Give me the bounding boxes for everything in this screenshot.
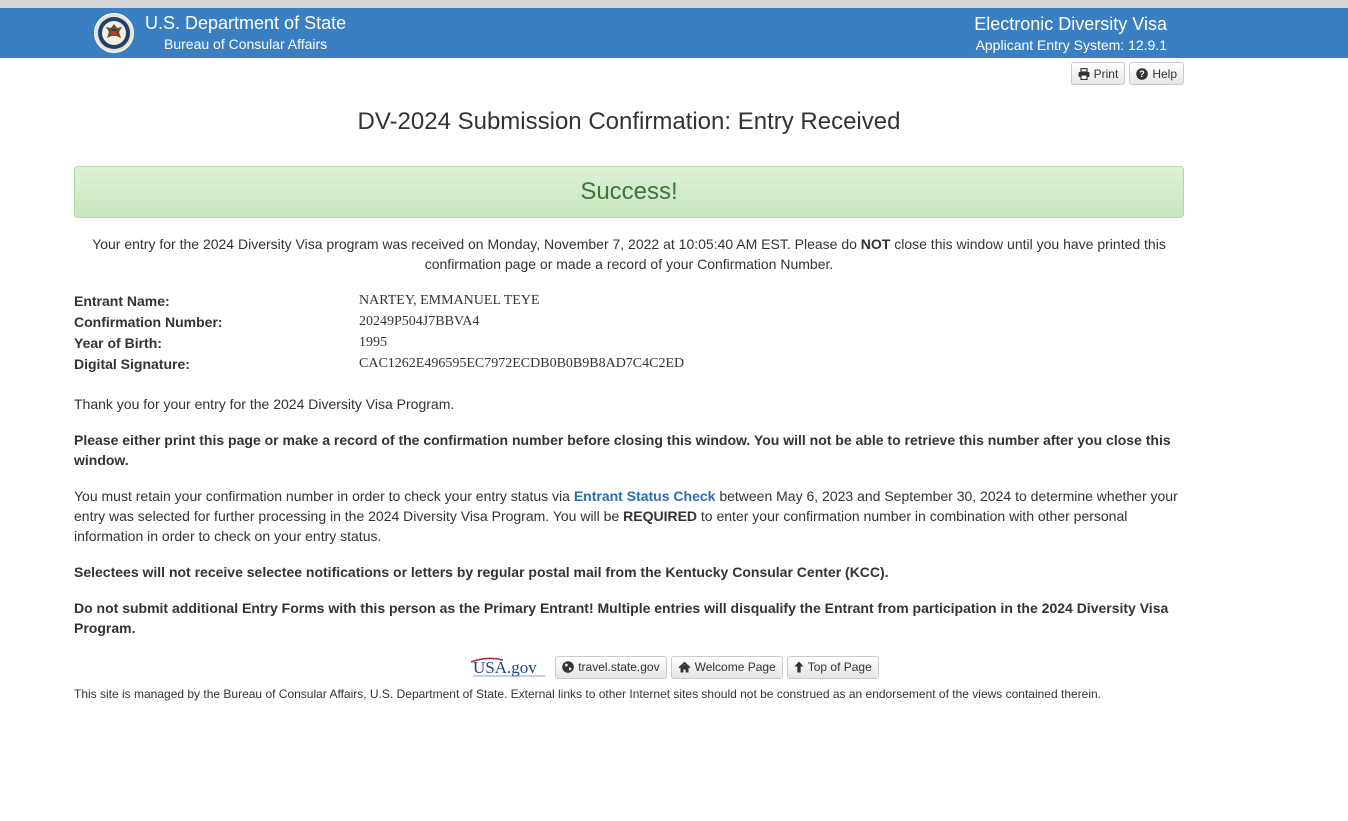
site-disclaimer: This site is managed by the Bureau of Co… — [74, 687, 1102, 701]
welcome-page-button[interactable]: Welcome Page — [670, 655, 783, 679]
confirmation-number-value: 20249P504J7BBVA4 — [359, 313, 480, 329]
footer-links: USA.gov travel.state.gov Welcome Page To… — [0, 654, 1348, 680]
detail-row-year-of-birth: Year of Birth: 1995 — [74, 332, 1184, 353]
print-button[interactable]: Print — [1070, 62, 1126, 85]
arrow-up-icon — [794, 661, 804, 673]
retain-emphasis: REQUIRED — [623, 508, 698, 524]
detail-row-digital-signature: Digital Signature: CAC1262E496595EC7972E… — [74, 353, 1184, 374]
system-title: Electronic Diversity Visa — [974, 14, 1167, 34]
entry-details: Entrant Name: NARTEY, EMMANUEL TEYE Conf… — [74, 290, 1184, 374]
home-icon — [678, 661, 691, 673]
usa-gov-logo-text: USA.gov — [473, 658, 537, 677]
detail-label: Year of Birth: — [74, 334, 162, 351]
retain-confirmation-message: You must retain your confirmation number… — [74, 486, 1184, 546]
travel-state-gov-button[interactable]: travel.state.gov — [555, 655, 667, 679]
department-branding: U.S. Department of State Bureau of Consu… — [145, 13, 346, 53]
print-icon — [1078, 67, 1090, 80]
detail-row-entrant-name: Entrant Name: NARTEY, EMMANUEL TEYE — [74, 290, 1184, 311]
system-version: Applicant Entry System: 12.9.1 — [975, 37, 1167, 53]
no-postal-mail-message: Selectees will not receive selectee noti… — [74, 564, 889, 580]
digital-signature-value: CAC1262E496595EC7972ECDB0B0B9B8AD7C4C2ED — [359, 355, 685, 371]
receipt-notice-emphasis: NOT — [860, 236, 891, 252]
question-circle-icon: ? — [1136, 67, 1149, 80]
bureau-subtitle: Bureau of Consular Affairs — [164, 36, 328, 52]
top-of-page-button[interactable]: Top of Page — [786, 655, 879, 679]
success-alert: Success! — [74, 166, 1184, 218]
detail-label: Digital Signature: — [74, 355, 190, 372]
multiple-entries-warning: Do not submit additional Entry Forms wit… — [74, 600, 1169, 636]
page-toolbar: Print ? Help — [1070, 62, 1184, 85]
receipt-notice: Your entry for the 2024 Diversity Visa p… — [74, 234, 1184, 274]
welcome-page-label: Welcome Page — [694, 660, 776, 674]
success-alert-text: Success! — [580, 178, 678, 205]
travel-state-gov-label: travel.state.gov — [578, 660, 660, 674]
svg-text:?: ? — [1140, 69, 1146, 79]
receipt-notice-text-1: Your entry for the 2024 Diversity Visa p… — [92, 236, 861, 252]
help-button[interactable]: ? Help — [1129, 62, 1184, 85]
globe-icon — [562, 661, 575, 673]
page-title: DV-2024 Submission Confirmation: Entry R… — [357, 108, 901, 135]
retain-text-1: You must retain your confirmation number… — [74, 488, 574, 504]
entrant-status-check-link[interactable]: Entrant Status Check — [574, 488, 716, 504]
entrant-name-value: NARTEY, EMMANUEL TEYE — [359, 292, 540, 308]
print-button-label: Print — [1093, 66, 1119, 81]
thank-you-message: Thank you for your entry for the 2024 Di… — [74, 396, 455, 412]
year-of-birth-value: 1995 — [359, 334, 387, 350]
print-warning-message: Please either print this page or make a … — [74, 432, 1171, 468]
help-button-label: Help — [1152, 66, 1177, 81]
system-branding: Electronic Diversity Visa Applicant Entr… — [974, 14, 1167, 54]
top-of-page-label: Top of Page — [807, 660, 872, 674]
browser-top-border — [0, 0, 1348, 8]
detail-label: Entrant Name: — [74, 292, 170, 309]
usa-gov-logo[interactable]: USA.gov — [469, 654, 549, 680]
site-header: U.S. Department of State Bureau of Consu… — [0, 8, 1348, 58]
detail-row-confirmation-number: Confirmation Number: 20249P504J7BBVA4 — [74, 311, 1184, 332]
department-title: U.S. Department of State — [145, 13, 347, 33]
detail-label: Confirmation Number: — [74, 313, 223, 330]
state-department-seal-icon — [94, 13, 134, 53]
